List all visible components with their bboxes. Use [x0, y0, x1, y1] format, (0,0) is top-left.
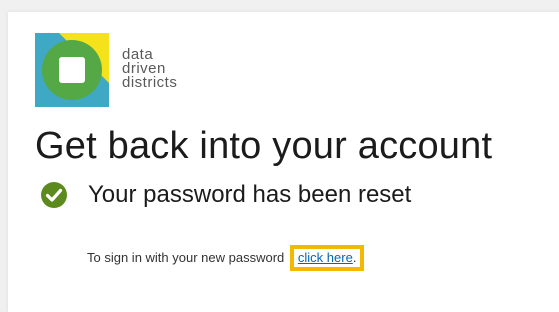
logo-wordmark: data driven districts — [122, 47, 178, 91]
click-here-link[interactable]: click here — [298, 250, 353, 265]
page-title: Get back into your account — [35, 125, 493, 167]
signin-instructions: To sign in with your new password click … — [87, 245, 365, 271]
reset-status: Your password has been reset — [40, 180, 411, 210]
data-driven-districts-logo-icon — [35, 33, 109, 107]
logo-word-districts: districts — [122, 74, 178, 91]
status-message: Your password has been reset — [88, 181, 412, 208]
signin-prefix: To sign in with your new password — [87, 250, 285, 265]
check-circle-icon — [41, 182, 67, 208]
reset-card: data driven districts Get back into your… — [8, 12, 559, 312]
signin-suffix: . — [352, 250, 357, 265]
highlight-box: click here. — [289, 245, 365, 271]
brand-logo: data driven districts — [35, 33, 205, 107]
